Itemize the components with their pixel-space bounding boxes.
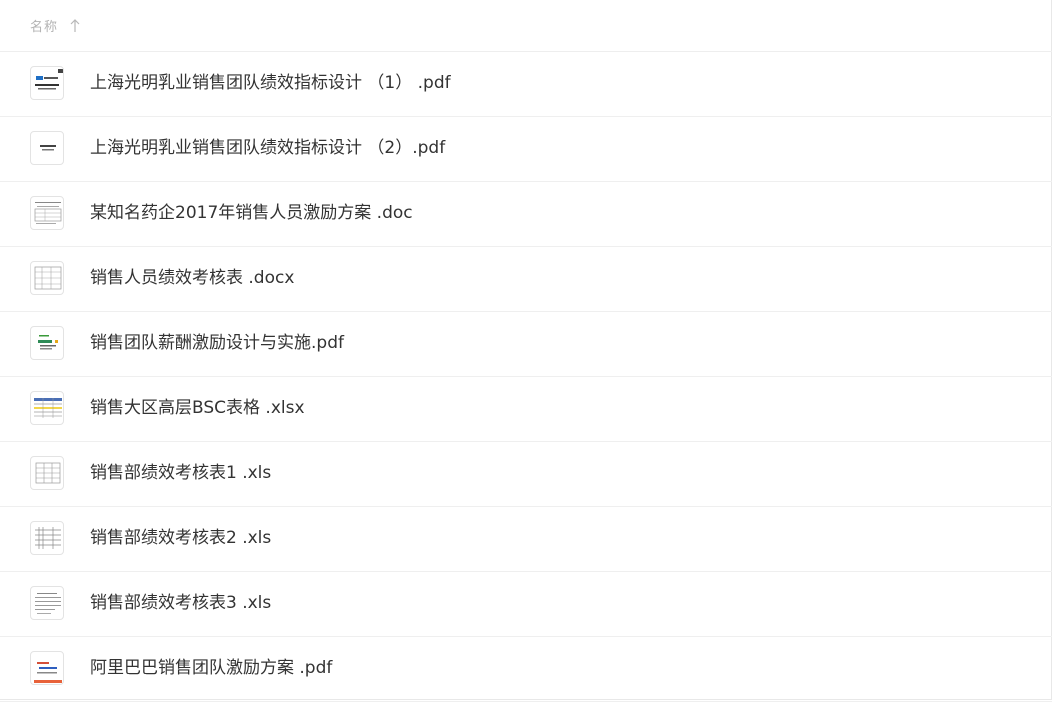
file-row[interactable]: 销售团队薪酬激励设计与实施.pdf: [0, 312, 1052, 377]
pdf-thumbnail-icon: [30, 326, 64, 360]
column-header-name: 名称: [30, 20, 59, 35]
docx-thumbnail-icon: [30, 261, 64, 295]
list-header: 名称: [0, 0, 1052, 52]
file-row[interactable]: 上海光明乳业销售团队绩效指标设计 （2）.pdf: [0, 117, 1052, 182]
file-name[interactable]: 销售人员绩效考核表 .docx: [90, 267, 294, 289]
xls-thumbnail-icon: [30, 521, 64, 555]
file-name[interactable]: 销售部绩效考核表3 .xls: [90, 592, 271, 614]
file-list: 上海光明乳业销售团队绩效指标设计 （1） .pdf 上海光明乳业销售团队绩效指标…: [0, 52, 1052, 702]
file-name[interactable]: 上海光明乳业销售团队绩效指标设计 （2）.pdf: [90, 137, 445, 159]
file-row[interactable]: 上海光明乳业销售团队绩效指标设计 （1） .pdf: [0, 52, 1052, 117]
file-row[interactable]: 销售部绩效考核表1 .xls: [0, 442, 1052, 507]
file-name[interactable]: 阿里巴巴销售团队激励方案 .pdf: [90, 657, 332, 679]
pdf-thumbnail-icon: [30, 131, 64, 165]
sort-ascending-icon: [70, 18, 80, 32]
xls-thumbnail-icon: [30, 586, 64, 620]
file-name[interactable]: 销售部绩效考核表2 .xls: [90, 527, 271, 549]
file-row[interactable]: 某知名药企2017年销售人员激励方案 .doc: [0, 182, 1052, 247]
sort-by-name-button[interactable]: 名称: [30, 16, 80, 35]
file-name[interactable]: 上海光明乳业销售团队绩效指标设计 （1） .pdf: [90, 72, 451, 94]
file-name[interactable]: 某知名药企2017年销售人员激励方案 .doc: [90, 202, 413, 224]
file-row[interactable]: 销售部绩效考核表3 .xls: [0, 572, 1052, 637]
file-row[interactable]: 阿里巴巴销售团队激励方案 .pdf: [0, 637, 1052, 702]
file-name[interactable]: 销售团队薪酬激励设计与实施.pdf: [90, 332, 344, 354]
file-name[interactable]: 销售部绩效考核表1 .xls: [90, 462, 271, 484]
pdf-thumbnail-icon: [30, 66, 64, 100]
file-row[interactable]: 销售人员绩效考核表 .docx: [0, 247, 1052, 312]
xls-thumbnail-icon: [30, 456, 64, 490]
doc-thumbnail-icon: [30, 196, 64, 230]
file-name[interactable]: 销售大区高层BSC表格 .xlsx: [90, 397, 305, 419]
pdf-thumbnail-icon: [30, 651, 64, 685]
file-row[interactable]: 销售大区高层BSC表格 .xlsx: [0, 377, 1052, 442]
file-row[interactable]: 销售部绩效考核表2 .xls: [0, 507, 1052, 572]
xlsx-thumbnail-icon: [30, 391, 64, 425]
file-list-panel: 名称 上海光明乳业销售团队绩效指标设计 （1） .pdf 上海光明乳业销售团队绩…: [0, 0, 1052, 702]
